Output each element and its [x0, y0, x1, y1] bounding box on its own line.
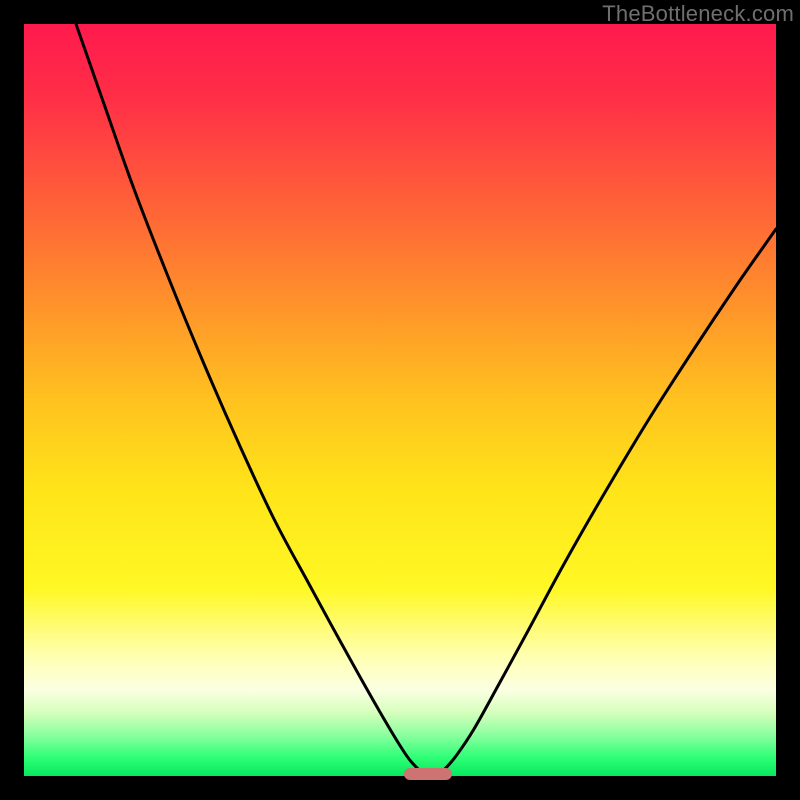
curve-layer	[24, 24, 776, 776]
plot-area	[24, 24, 776, 776]
curve-right-branch	[444, 229, 776, 770]
curve-left-branch	[76, 24, 419, 770]
optimum-marker	[404, 768, 452, 780]
